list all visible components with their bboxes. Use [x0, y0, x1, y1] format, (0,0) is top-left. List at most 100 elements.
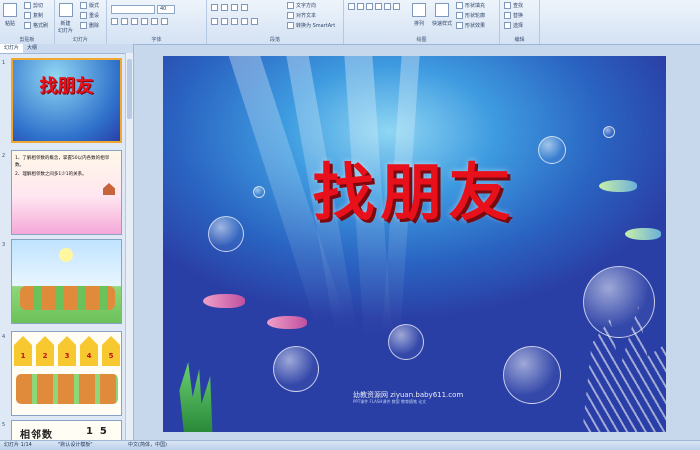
tab-slides[interactable]: 幻灯片 [0, 44, 24, 53]
pencil-number: 1 [14, 336, 32, 366]
ribbon: 粘贴 剪切 复制 格式刷 剪贴板 新建 幻灯片 版式 重设 删除 幻灯片 40 … [0, 0, 700, 45]
sun-icon [59, 248, 73, 262]
align-text-icon [287, 12, 294, 19]
font-name-box[interactable] [111, 5, 155, 14]
slide-number: 4 [2, 334, 6, 340]
shapes-gallery[interactable] [348, 3, 400, 10]
quick-styles-icon [435, 3, 449, 17]
indent-icon[interactable] [231, 4, 238, 11]
strikethrough-icon[interactable] [141, 18, 148, 25]
copy-icon [24, 12, 31, 19]
list-buttons [211, 4, 248, 11]
animals-illustration [20, 286, 115, 310]
bubble [388, 324, 424, 360]
font-style-buttons [111, 18, 168, 25]
line-shape-icon[interactable] [357, 3, 364, 10]
copy-button[interactable]: 复制 [24, 12, 43, 19]
font-color-icon[interactable] [161, 18, 168, 25]
arrange-icon [412, 3, 426, 17]
outline-icon [456, 12, 463, 19]
font-group: 40 字体 [107, 0, 207, 44]
italic-icon[interactable] [121, 18, 128, 25]
slide-canvas[interactable]: 找朋友 幼教资源网 ziyuan.baby611.com PPT课件 FLASH… [163, 56, 666, 432]
shape-effects-button[interactable]: 形状效果 [456, 22, 485, 29]
panel-scrollbar[interactable] [125, 53, 133, 440]
slides-group: 新建 幻灯片 版式 重设 删除 幻灯片 [55, 0, 107, 44]
birdhouse-icon [103, 183, 115, 195]
smartart-icon [287, 22, 294, 29]
scrollbar-thumb[interactable] [127, 59, 132, 119]
layout-button[interactable]: 版式 [80, 2, 99, 9]
pencil-number: 2 [36, 336, 54, 366]
cut-button[interactable]: 剪切 [24, 2, 43, 9]
new-slide-button[interactable]: 新建 幻灯片 [58, 3, 73, 34]
pencil-number: 3 [58, 336, 76, 366]
line-spacing-icon[interactable] [241, 4, 248, 11]
align-left-icon[interactable] [211, 18, 218, 25]
slide-thumbnail-5[interactable]: 相邻数 1 5 [11, 420, 122, 440]
delete-button[interactable]: 删除 [80, 22, 99, 29]
pink-fish [267, 316, 307, 329]
paste-button[interactable]: 粘贴 [3, 3, 17, 27]
star-shape-icon[interactable] [393, 3, 400, 10]
smartart-button[interactable]: 转换为 SmartArt [287, 22, 335, 29]
text-direction-icon [287, 2, 294, 9]
delete-icon [80, 22, 87, 29]
layout-icon [80, 2, 87, 9]
justify-icon[interactable] [241, 18, 248, 25]
quick-styles-button[interactable]: 快速样式 [432, 3, 452, 27]
align-buttons [211, 18, 258, 25]
bubble [503, 346, 561, 404]
align-right-icon[interactable] [231, 18, 238, 25]
cursor-icon [504, 22, 511, 29]
slide-title[interactable]: 找朋友 [163, 142, 666, 232]
new-slide-icon [58, 3, 73, 17]
slide-thumbnail-panel: 幻灯片 大纲 1 找朋友 2 1、了解相邻数的概念，掌握50以内各数的相邻数。 … [0, 44, 134, 440]
slide-thumbnail-4[interactable]: 1 2 3 4 5 [11, 331, 122, 416]
format-painter-button[interactable]: 格式刷 [24, 22, 48, 29]
animals-illustration [16, 374, 118, 404]
replace-icon [504, 12, 511, 19]
slide-thumbnail-2[interactable]: 1、了解相邻数的概念，掌握50以内各数的相邻数。 2、理解相邻数之间多1少1的关… [11, 150, 122, 235]
clipboard-group: 粘贴 剪切 复制 格式刷 剪贴板 [0, 0, 55, 44]
slide-number: 5 [2, 422, 6, 428]
underline-icon[interactable] [131, 18, 138, 25]
panel-tabs: 幻灯片 大纲 [0, 44, 133, 54]
reset-button[interactable]: 重设 [80, 12, 99, 19]
text-direction-button[interactable]: 文字方向 [287, 2, 316, 9]
shape-fill-button[interactable]: 形状填充 [456, 2, 485, 9]
oval-shape-icon[interactable] [375, 3, 382, 10]
triangle-shape-icon[interactable] [384, 3, 391, 10]
brush-icon [24, 22, 31, 29]
align-text-button[interactable]: 对齐文本 [287, 12, 316, 19]
tab-outline[interactable]: 大纲 [23, 44, 41, 53]
shadow-icon[interactable] [151, 18, 158, 25]
find-button[interactable]: 查找 [504, 2, 523, 9]
fill-icon [456, 2, 463, 9]
slide-number: 2 [2, 153, 6, 159]
replace-button[interactable]: 替换 [504, 12, 523, 19]
font-size-box[interactable]: 40 [157, 5, 175, 14]
numbering-icon[interactable] [221, 4, 228, 11]
paragraph-group: 文字方向 对齐文本 转换为 SmartArt 段落 [207, 0, 344, 44]
effects-icon [456, 22, 463, 29]
scissors-icon [24, 2, 31, 9]
select-button[interactable]: 选择 [504, 22, 523, 29]
editing-group: 查找 替换 选择 编辑 [500, 0, 540, 44]
watermark-subtext: PPT课件 FLASH课件 教案 教育随笔 论文 [353, 399, 427, 404]
binoculars-icon [504, 2, 511, 9]
columns-icon[interactable] [251, 18, 258, 25]
slide-number: 1 [2, 60, 6, 66]
arrow-shape-icon[interactable] [366, 3, 373, 10]
bubble [273, 346, 319, 392]
slide-thumbnail-3[interactable] [11, 239, 122, 324]
shape-outline-button[interactable]: 形状轮廓 [456, 12, 485, 19]
rectangle-shape-icon[interactable] [348, 3, 355, 10]
pencil-row: 1 2 3 4 5 [14, 336, 120, 366]
bullets-icon[interactable] [211, 4, 218, 11]
slide-thumbnail-1[interactable]: 找朋友 [11, 58, 122, 143]
arrange-button[interactable]: 排列 [412, 3, 426, 27]
slide-number: 3 [2, 242, 6, 248]
align-center-icon[interactable] [221, 18, 228, 25]
bold-icon[interactable] [111, 18, 118, 25]
